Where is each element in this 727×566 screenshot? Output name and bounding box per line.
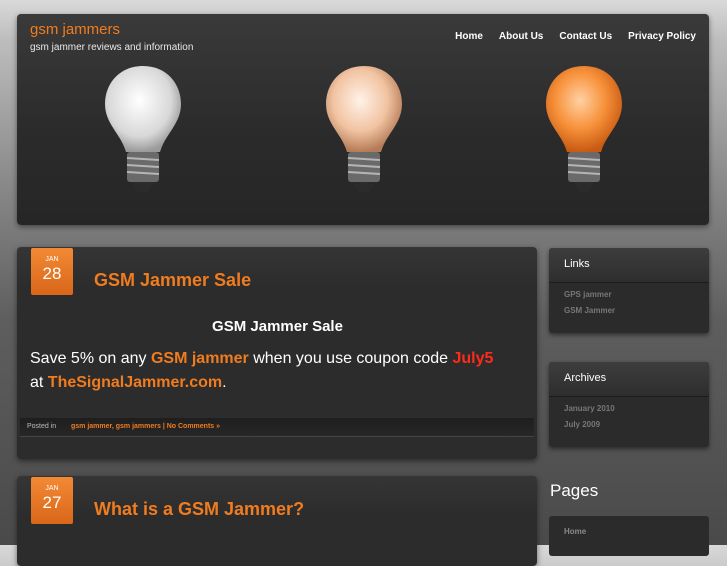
peach-bulb-image — [326, 66, 402, 192]
orange-bulb-image — [546, 66, 622, 192]
post-panel: JAN 28 GSM Jammer Sale GSM Jammer Sale S… — [17, 247, 537, 459]
nav-privacy-policy[interactable]: Privacy Policy — [628, 31, 696, 42]
white-bulb-image — [105, 66, 181, 192]
signal-jammer-link[interactable]: TheSignalJammer.com — [48, 374, 222, 391]
body-text: at — [30, 374, 48, 391]
coupon-code: July5 — [452, 350, 494, 367]
post-paragraph: Save 5% on any GSM jammer when you use c… — [30, 347, 525, 395]
post-title[interactable]: GSM Jammer Sale — [94, 270, 251, 291]
post-panel: JAN 27 What is a GSM Jammer? — [17, 476, 537, 566]
site-title[interactable]: gsm jammers — [30, 21, 120, 38]
post-heading: GSM Jammer Sale — [212, 318, 343, 335]
site-header: gsm jammers gsm jammer reviews and infor… — [17, 14, 709, 225]
body-text: when you use coupon code — [248, 350, 453, 367]
archives-title: Archives — [549, 362, 709, 397]
date-month: JAN — [45, 256, 59, 263]
pages-widget: Home — [549, 516, 709, 556]
links-title: Links — [549, 248, 709, 283]
post-meta: Posted in gsm jammer, gsm jammers | No C… — [20, 418, 534, 437]
post-title[interactable]: What is a GSM Jammer? — [94, 499, 304, 520]
date-badge: JAN 28 — [31, 248, 73, 295]
archive-january-2010[interactable]: January 2010 — [564, 404, 709, 413]
nav-contact-us[interactable]: Contact Us — [559, 31, 612, 42]
posted-in-label: Posted in — [27, 423, 57, 430]
body-text: Save 5% on any — [30, 350, 151, 367]
main-nav: Home About Us Contact Us Privacy Policy — [455, 31, 696, 42]
link-gps-jammer[interactable]: GPS jammer — [564, 290, 709, 299]
date-month: JAN — [45, 485, 59, 492]
archives-widget: Archives January 2010 July 2009 — [549, 362, 709, 447]
date-day: 28 — [42, 264, 62, 283]
nav-about-us[interactable]: About Us — [499, 31, 543, 42]
date-day: 27 — [42, 493, 62, 512]
post-tags[interactable]: gsm jammer, gsm jammers | No Comments » — [71, 423, 220, 430]
pages-title: Pages — [550, 481, 599, 500]
links-widget: Links GPS jammer GSM Jammer — [549, 248, 709, 333]
gsm-jammer-link[interactable]: GSM jammer — [151, 350, 249, 367]
date-badge: JAN 27 — [31, 477, 73, 524]
body-text: . — [222, 374, 227, 391]
nav-home[interactable]: Home — [455, 31, 483, 42]
archive-july-2009[interactable]: July 2009 — [564, 420, 709, 429]
link-gsm-jammer[interactable]: GSM Jammer — [564, 306, 709, 315]
site-description: gsm jammer reviews and information — [30, 42, 194, 53]
post-body: GSM Jammer Sale Save 5% on any GSM jamme… — [30, 318, 525, 395]
page-home-link[interactable]: Home — [564, 527, 586, 536]
